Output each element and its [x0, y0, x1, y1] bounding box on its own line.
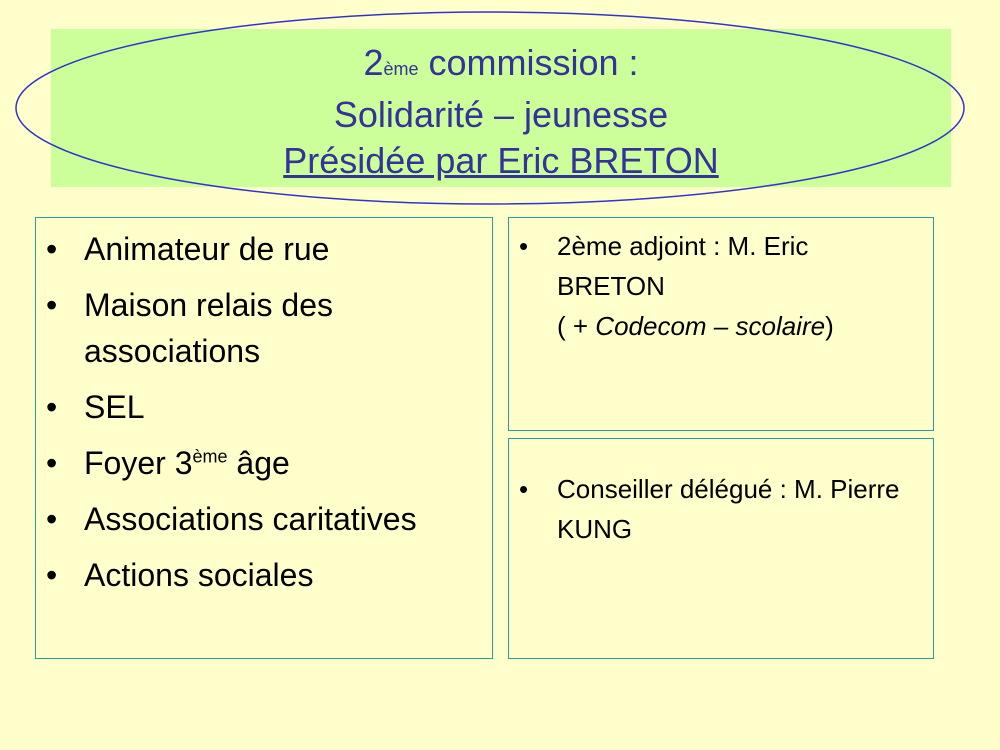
list-item: Animateur de rue [46, 226, 482, 272]
topics-box: Animateur de rue Maison relais des assoc… [35, 217, 493, 659]
councillor-box: Conseiller délégué : M. Pierre KUNG [508, 438, 934, 659]
list-item: Conseiller délégué : M. Pierre KUNG [519, 469, 923, 549]
list-item: Maison relais des associations [46, 282, 482, 374]
list-item: 2ème adjoint : M. Eric BRETON ( + Codeco… [519, 226, 923, 346]
slide-title: 2ème commission : Solidarité – jeunesse … [51, 40, 951, 184]
deputy-paren-close: ) [825, 311, 834, 341]
title-number: 2 [363, 42, 384, 83]
topics-list: Animateur de rue Maison relais des assoc… [46, 226, 482, 608]
title-line-1: 2ème commission : [51, 40, 951, 92]
title-superscript: ème [383, 59, 419, 79]
list-item: Actions sociales [46, 552, 482, 598]
title-line-3: Présidée par Eric BRETON [283, 140, 719, 181]
deputy-paren-italic: Codecom – scolaire [595, 311, 826, 341]
list-item: Foyer 3ème âge [46, 440, 482, 486]
deputy-box: 2ème adjoint : M. Eric BRETON ( + Codeco… [508, 217, 934, 431]
list-item: Associations caritatives [46, 496, 482, 542]
deputy-name: 2ème adjoint : M. Eric BRETON [557, 231, 809, 301]
list-item: SEL [46, 384, 482, 430]
list-item-sup: ème [192, 446, 228, 467]
title-line-2: Solidarité – jeunesse [333, 94, 669, 135]
deputy-list: 2ème adjoint : M. Eric BRETON ( + Codeco… [519, 226, 923, 346]
list-item-post: âge [227, 445, 290, 481]
title-commission: commission : [418, 42, 639, 83]
councillor-list: Conseiller délégué : M. Pierre KUNG [519, 469, 923, 549]
list-item-pre: Foyer 3 [84, 445, 193, 481]
deputy-paren-open: ( + [557, 311, 596, 341]
